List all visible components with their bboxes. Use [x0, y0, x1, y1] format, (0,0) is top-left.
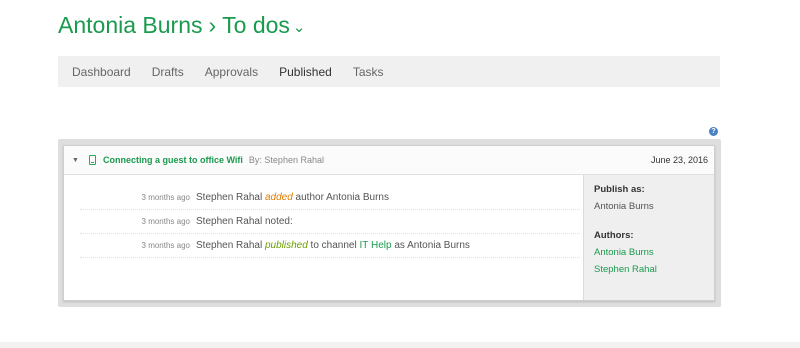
activity-actor: Stephen Rahal	[196, 240, 263, 251]
publish-as-value: Antonia Burns	[594, 201, 654, 212]
nav-tabs: Dashboard Drafts Approvals Published Tas…	[58, 56, 720, 87]
mobile-device-icon	[89, 155, 96, 165]
activity-tail: as Antonia Burns	[394, 240, 470, 251]
authors-label: Authors:	[594, 230, 634, 241]
activity-text: Stephen Rahal added author Antonia Burns	[196, 192, 389, 203]
activity-actor: Stephen Rahal	[196, 216, 263, 227]
breadcrumb-section[interactable]: To dos	[222, 12, 290, 38]
chevron-down-icon[interactable]: ⌄	[293, 19, 306, 36]
card-title[interactable]: Connecting a guest to office Wifi	[103, 155, 243, 165]
activity-list: 3 months ago Stephen Rahal added author …	[80, 186, 580, 258]
help-icon[interactable]: ?	[709, 127, 718, 136]
activity-time: 3 months ago	[141, 217, 190, 226]
page-title: Antonia Burns › To dos ⌄	[58, 12, 306, 39]
publish-sidepanel: Publish as: Antonia Burns Authors: Anton…	[583, 175, 714, 300]
activity-time: 3 months ago	[141, 193, 190, 202]
activity-text: Stephen Rahal noted:	[196, 216, 293, 227]
tab-drafts[interactable]: Drafts	[152, 65, 184, 79]
tab-published[interactable]: Published	[279, 65, 332, 79]
content-card-wrapper: ▼ Connecting a guest to office Wifi By: …	[58, 139, 721, 307]
content-card: ▼ Connecting a guest to office Wifi By: …	[63, 145, 715, 301]
activity-row: 3 months ago Stephen Rahal noted:	[80, 210, 580, 234]
activity-actor: Stephen Rahal	[196, 192, 263, 203]
activity-object: Antonia Burns	[326, 192, 389, 203]
activity-note: noted:	[264, 216, 293, 227]
author-link[interactable]: Antonia Burns	[594, 247, 704, 258]
activity-middle: author	[295, 192, 324, 203]
tab-tasks[interactable]: Tasks	[353, 65, 384, 79]
breadcrumb-owner: Antonia Burns	[58, 12, 203, 38]
tab-dashboard[interactable]: Dashboard	[72, 65, 131, 79]
activity-text: Stephen Rahal published to channel IT He…	[196, 240, 470, 251]
activity-verb: added	[264, 192, 293, 203]
card-date: June 23, 2016	[650, 155, 708, 165]
publish-as-label: Publish as:	[594, 184, 645, 195]
card-header[interactable]: ▼ Connecting a guest to office Wifi By: …	[64, 146, 714, 175]
card-author: By: Stephen Rahal	[248, 155, 324, 165]
activity-row: 3 months ago Stephen Rahal published to …	[80, 234, 580, 258]
activity-row: 3 months ago Stephen Rahal added author …	[80, 186, 580, 210]
footer-bar	[0, 342, 800, 348]
tab-approvals[interactable]: Approvals	[205, 65, 258, 79]
channel-link[interactable]: IT Help	[359, 240, 391, 251]
activity-verb: published	[264, 240, 308, 251]
activity-middle: to channel	[310, 240, 357, 251]
collapse-caret-icon[interactable]: ▼	[72, 157, 80, 164]
author-link[interactable]: Stephen Rahal	[594, 264, 704, 275]
breadcrumb-separator: ›	[208, 12, 217, 38]
activity-time: 3 months ago	[141, 241, 190, 250]
